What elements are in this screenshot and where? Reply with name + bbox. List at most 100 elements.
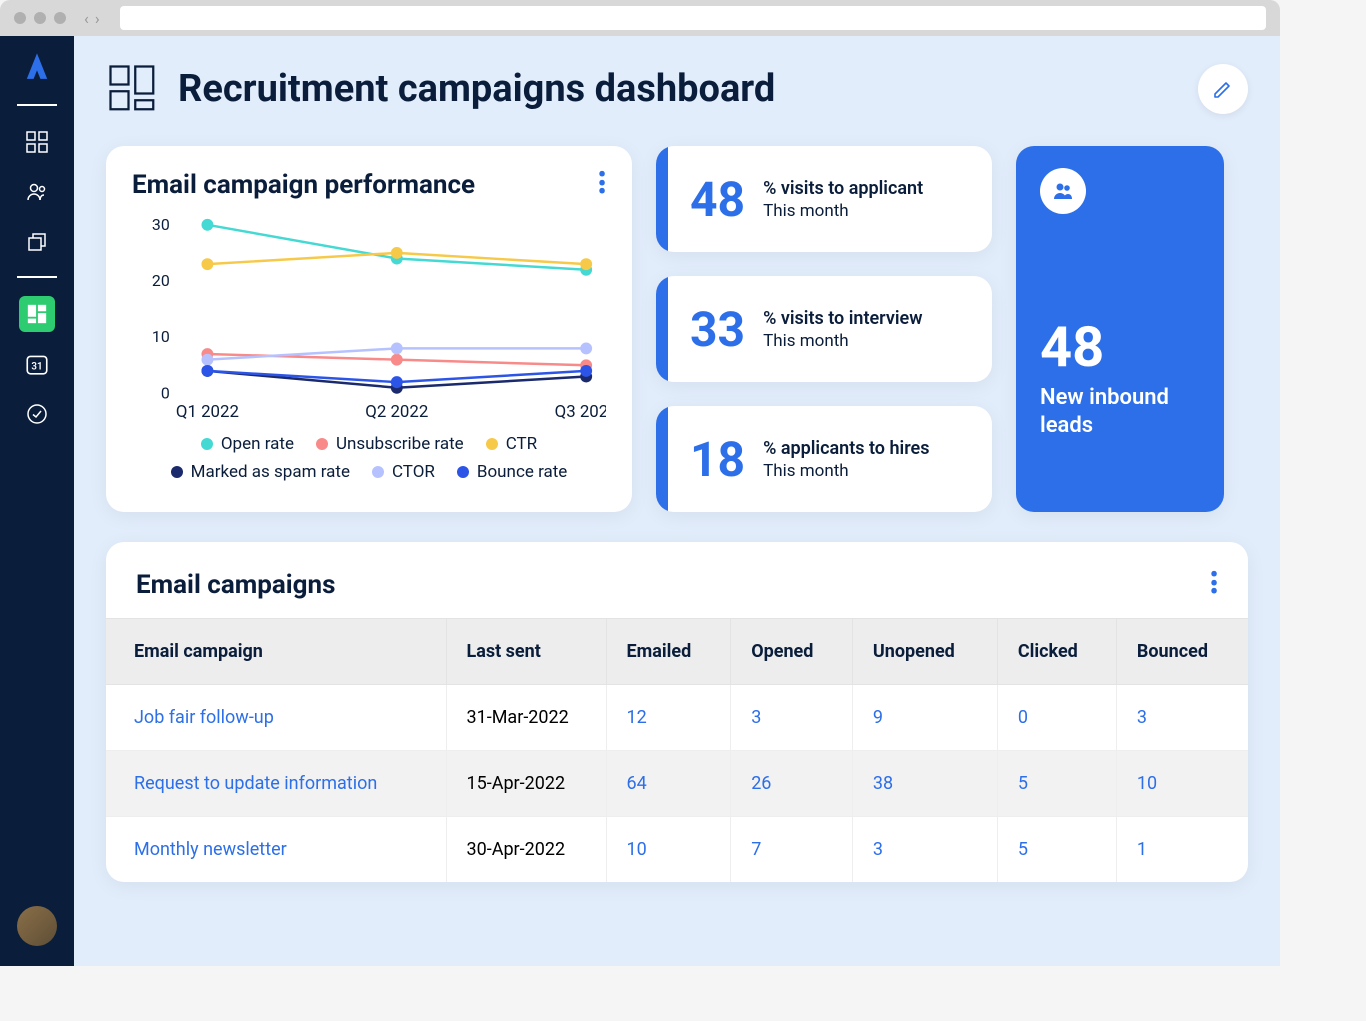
stat-sublabel: This month <box>763 331 922 351</box>
stat-text: % applicants to hiresThis month <box>763 438 929 481</box>
unopened-cell[interactable]: 3 <box>852 817 997 883</box>
board-icon <box>26 303 48 325</box>
stat-value: 33 <box>690 301 745 358</box>
top-widgets-row: Email campaign performance ••• 0102030Q1… <box>106 146 1248 512</box>
app-logo-icon <box>20 50 54 84</box>
last-sent-cell: 30-Apr-2022 <box>446 817 606 883</box>
clicked-cell[interactable]: 5 <box>997 817 1116 883</box>
last-sent-cell: 31-Mar-2022 <box>446 685 606 751</box>
pencil-icon <box>1211 77 1235 101</box>
table-row: Request to update information15-Apr-2022… <box>106 751 1248 817</box>
legend-item[interactable]: CTR <box>486 434 537 454</box>
campaign-name-link[interactable]: Job fair follow-up <box>106 685 446 751</box>
bounced-cell[interactable]: 3 <box>1116 685 1248 751</box>
svg-text:Q2 2022: Q2 2022 <box>365 402 428 422</box>
sidebar-item-board-active[interactable] <box>19 296 55 332</box>
stat-label: % applicants to hires <box>763 438 929 459</box>
clicked-cell[interactable]: 5 <box>997 751 1116 817</box>
table-column-header[interactable]: Last sent <box>446 619 606 685</box>
bounced-cell[interactable]: 10 <box>1116 751 1248 817</box>
maximize-window-icon[interactable] <box>54 12 66 24</box>
legend-dot-icon <box>316 438 328 450</box>
svg-text:10: 10 <box>152 327 170 346</box>
clicked-cell[interactable]: 0 <box>997 685 1116 751</box>
chart-legend: Open rate Unsubscribe rate CTR Marked as sp… <box>132 434 606 482</box>
stats-column: 48% visits to applicantThis month33% vis… <box>656 146 992 512</box>
calendar-icon: 31 <box>24 351 50 377</box>
legend-dot-icon <box>486 438 498 450</box>
opened-cell[interactable]: 26 <box>731 751 853 817</box>
unopened-cell[interactable]: 38 <box>852 751 997 817</box>
table-title: Email campaigns <box>136 570 1210 600</box>
stat-value: 48 <box>690 171 745 228</box>
close-window-icon[interactable] <box>14 12 26 24</box>
sidebar-item-copy[interactable] <box>19 224 55 260</box>
stat-sublabel: This month <box>763 461 929 481</box>
url-bar[interactable] <box>120 6 1266 30</box>
table-column-header[interactable]: Email campaign <box>106 619 446 685</box>
sidebar-item-people[interactable] <box>19 174 55 210</box>
table-column-header[interactable]: Opened <box>731 619 853 685</box>
stat-sublabel: This month <box>763 201 923 221</box>
legend-item[interactable]: CTOR <box>372 462 435 482</box>
campaign-name-link[interactable]: Request to update information <box>106 751 446 817</box>
table-more-button[interactable]: ••• <box>1210 572 1218 598</box>
table-column-header[interactable]: Bounced <box>1116 619 1248 685</box>
emailed-cell[interactable]: 64 <box>606 751 731 817</box>
stat-accent-bar <box>656 276 668 382</box>
minimize-window-icon[interactable] <box>34 12 46 24</box>
check-circle-icon <box>25 402 49 426</box>
line-chart: 0102030Q1 2022Q2 2022Q3 2022 <box>140 214 606 424</box>
emailed-cell[interactable]: 10 <box>606 817 731 883</box>
chart-more-button[interactable]: ••• <box>598 172 606 198</box>
bounced-cell[interactable]: 1 <box>1116 817 1248 883</box>
sidebar-item-check[interactable] <box>19 396 55 432</box>
stat-card: 33% visits to interviewThis month <box>656 276 992 382</box>
leads-value: 48 <box>1040 314 1200 380</box>
legend-item[interactable]: Unsubscribe rate <box>316 434 464 454</box>
forward-icon[interactable]: › <box>95 9 100 28</box>
sidebar-item-calendar[interactable]: 31 <box>19 346 55 382</box>
dashboard-header-icon <box>106 62 160 116</box>
table-column-header[interactable]: Emailed <box>606 619 731 685</box>
chart-card: Email campaign performance ••• 0102030Q1… <box>106 146 632 512</box>
svg-text:31: 31 <box>31 361 42 372</box>
table-column-header[interactable]: Clicked <box>997 619 1116 685</box>
copy-icon <box>25 230 49 254</box>
sidebar-divider <box>17 104 57 106</box>
emailed-cell[interactable]: 12 <box>606 685 731 751</box>
opened-cell[interactable]: 3 <box>731 685 853 751</box>
opened-cell[interactable]: 7 <box>731 817 853 883</box>
browser-chrome: ‹ › <box>0 0 1280 36</box>
main-content: Recruitment campaigns dashboard Email ca… <box>74 36 1280 966</box>
campaigns-table-card: Email campaigns ••• Email campaignLast s… <box>106 542 1248 882</box>
legend-item[interactable]: Open rate <box>201 434 294 454</box>
page-header: Recruitment campaigns dashboard <box>106 62 1248 116</box>
sidebar-item-dashboard[interactable] <box>19 124 55 160</box>
sidebar-divider <box>17 276 57 278</box>
sidebar: 31 <box>0 36 74 966</box>
stat-text: % visits to applicantThis month <box>763 178 923 221</box>
campaign-name-link[interactable]: Monthly newsletter <box>106 817 446 883</box>
last-sent-cell: 15-Apr-2022 <box>446 751 606 817</box>
legend-dot-icon <box>372 466 384 478</box>
table-column-header[interactable]: Unopened <box>852 619 997 685</box>
table-row: Job fair follow-up31-Mar-2022123903 <box>106 685 1248 751</box>
legend-item[interactable]: Bounce rate <box>457 462 567 482</box>
legend-item[interactable]: Marked as spam rate <box>171 462 350 482</box>
legend-label: CTOR <box>392 462 435 482</box>
legend-label: Unsubscribe rate <box>336 434 464 454</box>
leads-label: New inbound leads <box>1040 384 1200 439</box>
leads-icon-wrap <box>1040 168 1086 214</box>
stat-card: 18% applicants to hiresThis month <box>656 406 992 512</box>
unopened-cell[interactable]: 9 <box>852 685 997 751</box>
svg-text:20: 20 <box>152 271 170 290</box>
edit-button[interactable] <box>1198 64 1248 114</box>
campaigns-table: Email campaignLast sentEmailedOpenedUnop… <box>106 618 1248 882</box>
users-icon <box>1051 179 1075 203</box>
user-avatar[interactable] <box>17 906 57 946</box>
stat-label: % visits to applicant <box>763 178 923 199</box>
svg-text:30: 30 <box>152 215 170 234</box>
inbound-leads-card: 48 New inbound leads <box>1016 146 1224 512</box>
back-icon[interactable]: ‹ <box>84 9 89 28</box>
